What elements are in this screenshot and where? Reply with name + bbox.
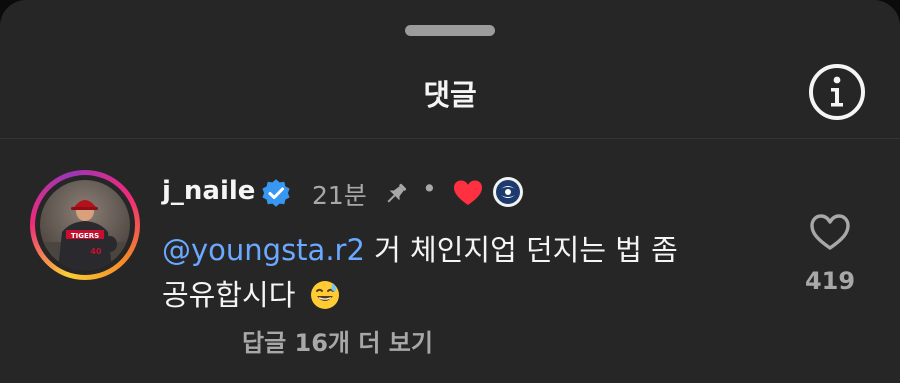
avatar-border: TIGERS 40 [35, 175, 135, 275]
comment-text-line2: 공유합시다 [162, 278, 296, 312]
sweat-smile-emoji-icon [310, 281, 339, 309]
heart-outline-icon[interactable] [806, 208, 854, 256]
avatar[interactable]: TIGERS 40 [30, 170, 140, 280]
team-logo-icon [493, 177, 523, 207]
sheet-header: 댓글 [0, 48, 900, 139]
verified-badge-icon [262, 179, 290, 207]
comment-time: 21분 [312, 181, 367, 210]
jersey-number: 40 [90, 247, 102, 256]
comment-text: @youngsta.r2 거 체인지업 던지는 법 좀 공유합시다 [162, 228, 762, 324]
comment-text-line1: 거 체인지업 던지는 법 좀 [364, 233, 678, 267]
view-replies-link[interactable]: 답글 16개 더 보기 [242, 323, 433, 358]
comments-sheet: 댓글 TIGERS 40 j_naile 21분 • @youngsta.r2 … [0, 0, 900, 383]
like-count: 419 [804, 267, 856, 295]
pin-icon [387, 183, 407, 203]
avatar-photo: TIGERS 40 [40, 180, 130, 270]
comment-item: TIGERS 40 j_naile 21분 • @youngsta.r2 거 체… [0, 160, 900, 383]
comment-mention[interactable]: @youngsta.r2 [162, 233, 365, 267]
red-heart-icon [454, 180, 482, 205]
meta-separator: • [422, 174, 437, 203]
info-circle-icon[interactable] [808, 63, 866, 121]
comment-username[interactable]: j_naile [162, 176, 255, 206]
drag-handle[interactable] [405, 25, 495, 36]
sweat-smile-emoji [309, 279, 341, 324]
jersey-text: TIGERS [71, 232, 99, 240]
sheet-title: 댓글 [423, 78, 477, 112]
